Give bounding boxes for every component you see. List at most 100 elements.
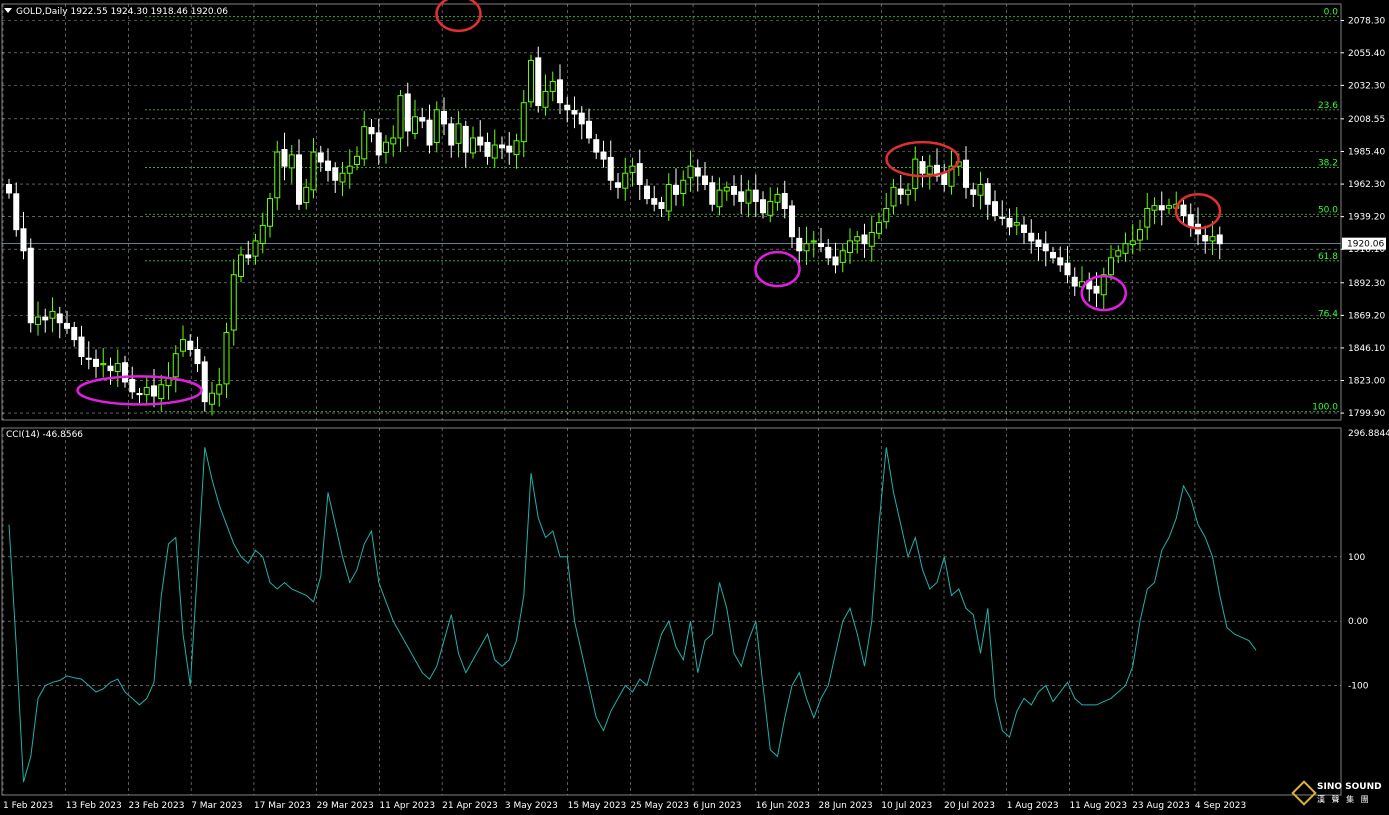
fib-level-label: 0.0 — [1324, 8, 1339, 18]
candle-body — [71, 326, 78, 341]
candle-body — [332, 167, 339, 181]
candle-body — [854, 236, 861, 242]
axes: 2078.30 2055.40 2032.30 2008.55 1985.40 1962.… — [3, 16, 1389, 811]
candle-body — [1006, 217, 1013, 228]
candle-body — [13, 193, 20, 231]
candle-body — [897, 188, 904, 195]
candle-body — [1115, 250, 1122, 257]
candle-body — [789, 205, 795, 238]
price-tick-label: 1985.40 — [1348, 148, 1385, 158]
candle-body — [716, 189, 723, 208]
candle-body — [1042, 243, 1049, 252]
candle-body — [288, 154, 295, 169]
candle-body — [1158, 205, 1165, 211]
candle-body — [876, 222, 882, 234]
date-tick-label: 23 Feb 2023 — [128, 801, 184, 811]
candle-body — [223, 332, 230, 385]
candle-body — [615, 182, 621, 188]
collapse-arrow-icon[interactable] — [4, 8, 12, 13]
candle-body — [114, 363, 121, 372]
price-tick-label: 1869.20 — [1348, 311, 1385, 321]
candle-body — [1180, 204, 1187, 217]
candle-body — [709, 182, 716, 205]
diamond-logo-icon — [1291, 780, 1317, 806]
candle-body — [1057, 257, 1064, 266]
candle-body — [513, 140, 520, 156]
candle-body — [1071, 276, 1078, 287]
candle-body — [274, 151, 281, 199]
date-tick-label: 6 Jun 2023 — [693, 801, 741, 811]
date-tick-label: 21 Apr 2023 — [442, 801, 498, 811]
candle-body — [825, 246, 832, 259]
date-tick-label: 25 May 2023 — [630, 801, 689, 811]
candle-body — [172, 353, 179, 378]
candle-body — [42, 316, 49, 321]
candle-body — [252, 240, 259, 257]
candle-body — [1187, 214, 1194, 228]
highlight-ellipses — [76, 0, 1222, 406]
price-tick-label: 2032.30 — [1348, 81, 1385, 91]
candle-body — [578, 112, 585, 125]
candle-body — [230, 274, 237, 331]
candle-body — [368, 127, 375, 135]
candle-body — [832, 256, 839, 266]
candle-body — [78, 336, 85, 358]
candle-body — [187, 340, 194, 350]
price-tick-label: 1799.90 — [1348, 409, 1385, 419]
candle-body — [658, 202, 665, 209]
candle-body — [520, 102, 527, 143]
price-tick-label: 1846.10 — [1348, 344, 1385, 354]
date-tick-label: 23 Aug 2023 — [1132, 801, 1190, 811]
candle-body — [470, 137, 476, 154]
candle-body — [593, 139, 600, 153]
date-tick-label: 11 Aug 2023 — [1069, 801, 1127, 811]
candle-body — [267, 198, 273, 227]
candle-body — [281, 149, 288, 167]
candle-body — [20, 228, 27, 252]
candle-body — [1209, 236, 1216, 242]
candle-body — [549, 81, 556, 92]
candle-body — [1166, 205, 1172, 209]
candle-body — [143, 387, 150, 396]
candle-body — [303, 186, 310, 204]
candle-body — [1137, 229, 1143, 241]
cci-tick-label: 0.00 — [1348, 617, 1368, 627]
candle-body — [484, 141, 491, 157]
candle-body — [499, 144, 505, 149]
candle-body — [1035, 239, 1042, 248]
candle-body — [426, 119, 433, 146]
candle-body — [796, 237, 803, 252]
candle-body — [694, 167, 701, 177]
candle-body — [818, 242, 824, 248]
candle-body — [999, 216, 1006, 219]
price-tick-label: 1962.30 — [1348, 180, 1385, 190]
candle-body — [1202, 235, 1209, 242]
candle-body — [201, 361, 208, 403]
candle-body — [861, 234, 868, 245]
candle-body — [441, 110, 447, 125]
date-tick-label: 1 Aug 2023 — [1007, 801, 1059, 811]
candle-body — [1144, 207, 1151, 228]
fib-level-label: 76.4 — [1318, 309, 1338, 319]
candle-body — [346, 165, 353, 174]
candle-body — [919, 161, 926, 174]
candle-body — [238, 254, 244, 277]
date-tick-label: 4 Sep 2023 — [1195, 801, 1246, 811]
candle-body — [209, 392, 215, 405]
candle-body — [564, 104, 571, 111]
cci-line — [8, 447, 1257, 783]
candle-body — [477, 136, 484, 146]
logo-name: SINO SOUND — [1317, 782, 1382, 792]
price-tick-label: 2078.30 — [1348, 16, 1385, 26]
highlight-ellipse — [435, 0, 482, 33]
candlestick-series — [6, 46, 1223, 416]
candle-body — [419, 117, 426, 122]
candle-body — [1064, 262, 1071, 276]
date-tick-label: 1 Feb 2023 — [3, 801, 53, 811]
candle-body — [781, 193, 788, 209]
candle-body — [383, 141, 389, 153]
candle-body — [912, 158, 919, 189]
candle-body — [528, 59, 534, 103]
candle-body — [35, 316, 41, 325]
candle-body — [296, 154, 302, 205]
